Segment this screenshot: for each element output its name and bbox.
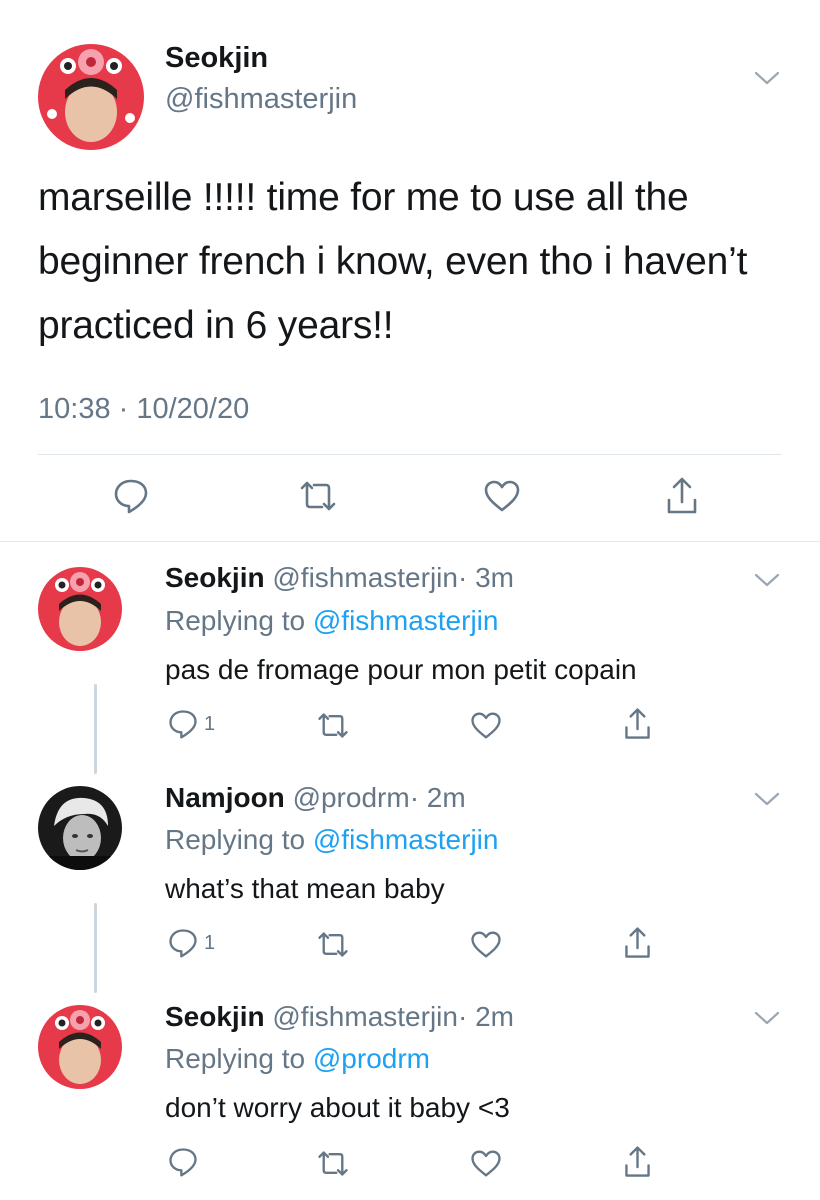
replying-prefix: Replying to <box>165 824 306 855</box>
retweet-button[interactable] <box>298 480 338 512</box>
thread-line <box>94 903 97 993</box>
author-name[interactable]: Seokjin <box>165 42 268 75</box>
author-handle[interactable]: @fishmasterjin <box>165 83 357 116</box>
thread-line <box>94 684 97 774</box>
reply-text: pas de fromage pour mon petit copain <box>165 654 637 685</box>
reply-author-handle[interactable]: @fishmasterjin <box>272 562 458 593</box>
share-icon <box>623 707 652 741</box>
mention-link[interactable]: @fishmasterjin <box>313 824 499 855</box>
reply-button[interactable]: 1 <box>168 708 215 740</box>
share-button[interactable] <box>665 476 699 516</box>
heart-icon <box>470 930 502 959</box>
replying-prefix: Replying to <box>165 1043 306 1074</box>
share-icon <box>623 1145 652 1179</box>
heart-icon <box>483 479 521 513</box>
reply-icon <box>168 927 198 959</box>
reply-header: Seokjin @fishmasterjin· 2m <box>165 1001 514 1033</box>
tweet-thread-page: Seokjin @fishmasterjin marseille !!!!! t… <box>0 0 820 1200</box>
reply-icon <box>168 708 198 740</box>
retweet-icon <box>316 1150 350 1177</box>
avatar-seokjin[interactable] <box>38 1005 122 1089</box>
retweet-button[interactable] <box>316 931 350 958</box>
share-button[interactable] <box>623 707 652 741</box>
retweet-icon <box>316 712 350 739</box>
retweet-button[interactable] <box>316 712 350 739</box>
reply-time: · 2m <box>409 782 466 813</box>
reply-button[interactable]: 1 <box>168 927 215 959</box>
retweet-button[interactable] <box>316 1150 350 1177</box>
avatar-seokjin[interactable] <box>38 44 144 150</box>
reply-author-handle[interactable]: @fishmasterjin <box>272 1001 458 1032</box>
retweet-icon <box>316 931 350 958</box>
reply-time: · 2m <box>457 1001 514 1032</box>
replying-prefix: Replying to <box>165 605 306 636</box>
reply-text: what’s that mean baby <box>165 873 445 904</box>
reply-icon <box>168 1146 198 1178</box>
chevron-down-icon[interactable] <box>754 791 780 807</box>
avatar-seokjin[interactable] <box>38 567 122 651</box>
heart-icon <box>470 711 502 740</box>
like-button[interactable] <box>483 479 521 513</box>
divider <box>38 454 782 455</box>
reply-button[interactable] <box>168 1146 204 1178</box>
reply-count: 1 <box>204 712 216 735</box>
tweet-timestamp[interactable]: 10:38 · 10/20/20 <box>38 393 249 426</box>
reply-header: Namjoon @prodrm· 2m <box>165 782 466 814</box>
share-button[interactable] <box>623 926 652 960</box>
divider <box>0 541 820 542</box>
like-button[interactable] <box>470 1149 502 1178</box>
like-button[interactable] <box>470 930 502 959</box>
reply-header: Seokjin @fishmasterjin· 3m <box>165 562 514 594</box>
reply-text: don’t worry about it baby <3 <box>165 1092 510 1123</box>
replying-to: Replying to @fishmasterjin <box>165 824 498 856</box>
replying-to: Replying to @fishmasterjin <box>165 605 498 637</box>
like-button[interactable] <box>470 711 502 740</box>
share-button[interactable] <box>623 1145 652 1179</box>
chevron-down-icon[interactable] <box>754 572 780 588</box>
avatar-namjoon[interactable] <box>38 786 122 870</box>
chevron-down-icon[interactable] <box>754 70 780 86</box>
reply-author-name[interactable]: Namjoon <box>165 782 285 813</box>
heart-icon <box>470 1149 502 1178</box>
share-icon <box>623 926 652 960</box>
chevron-down-icon[interactable] <box>754 1010 780 1026</box>
mention-link[interactable]: @fishmasterjin <box>313 605 499 636</box>
tweet-text: marseille !!!!! time for me to use all t… <box>38 176 748 347</box>
retweet-icon <box>298 480 338 512</box>
replying-to: Replying to @prodrm <box>165 1043 430 1075</box>
share-icon <box>665 476 699 516</box>
reply-button[interactable] <box>113 477 149 515</box>
reply-time: · 3m <box>457 562 514 593</box>
reply-author-name[interactable]: Seokjin <box>165 562 265 593</box>
reply-icon <box>113 477 149 515</box>
reply-author-handle[interactable]: @prodrm <box>293 782 410 813</box>
reply-count: 1 <box>204 931 216 954</box>
reply-author-name[interactable]: Seokjin <box>165 1001 265 1032</box>
mention-link[interactable]: @prodrm <box>313 1043 430 1074</box>
